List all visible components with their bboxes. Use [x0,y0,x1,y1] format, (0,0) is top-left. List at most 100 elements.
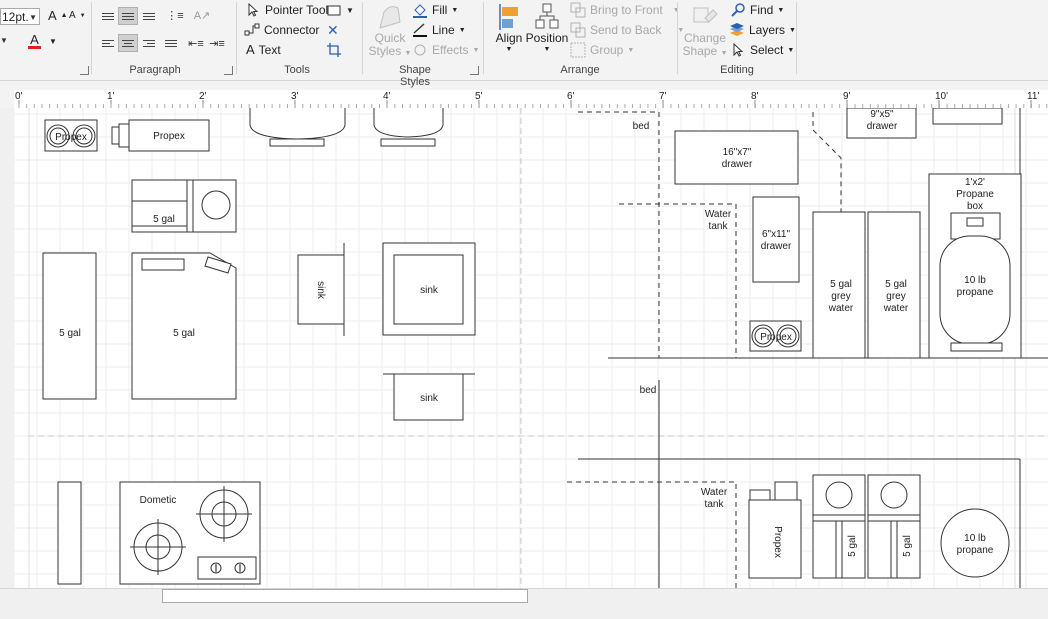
decrease-indent-icon[interactable]: ⇤≡ [187,35,205,51]
label-dometic: Dometic [140,495,177,506]
paragraph-dialog-launcher-icon[interactable] [224,66,233,75]
font-menu-chevron-icon[interactable]: ▼ [0,36,8,45]
find-button[interactable]: Find ▼ [730,2,784,18]
position-button[interactable]: Position ▼ [526,2,568,54]
change-shape-button[interactable]: Change Shape ▼ [683,2,728,60]
align-right-icon[interactable] [140,35,158,51]
font-color-glyph: A [30,32,39,47]
group-label-paragraph: Paragraph [129,64,181,76]
bring-to-front-label: Bring to Front [590,3,663,17]
change-shape-icon [693,7,718,23]
grow-font-button[interactable]: A ▲ [48,8,68,23]
label-propex: Propex [153,131,185,142]
shrink-font-label: A [69,10,76,21]
label-bed: bed [633,121,650,132]
chevron-down-icon: ▼ [720,50,728,57]
align-button[interactable]: Align ▼ [492,2,526,54]
shrink-font-button[interactable]: A ▼ [69,10,86,21]
chevron-down-icon: ▼ [451,6,459,14]
align-middle-icon[interactable] [118,7,138,25]
line-button[interactable]: Line ▼ [412,22,466,38]
label-sink: sink [420,285,439,296]
cabinet-shape[interactable] [932,108,1003,125]
connector-tool-label: Connector [264,23,320,37]
jug-5gal-shape[interactable] [131,252,237,400]
text-direction-icon[interactable]: A↗ [193,7,211,23]
label-water-tank: Water [705,209,732,220]
label-grey-water: grey [886,291,905,302]
vertical-ruler[interactable] [0,108,15,588]
layers-button[interactable]: Layers ▼ [729,22,796,38]
ribbon-separator [796,2,797,74]
pointer-icon [248,2,259,17]
ribbon-separator [236,2,237,74]
ruler-mark-3: 3' [291,91,299,102]
label-5-gal: 5 gal [59,328,81,339]
chevron-down-icon: ▼ [627,46,635,54]
ruler-ticks: 0' 1' 2' 3' 4' 5' 6' 7' 8' 9' 10' 11' [15,91,1048,108]
group-button[interactable]: Group ▼ [570,42,634,58]
propex-connector [749,489,771,501]
text-tool-button[interactable]: A Text [246,42,281,57]
group-icon [570,42,586,58]
label-grey-water: water [828,303,854,314]
pointer-tool-button[interactable]: Pointer Tool [245,2,328,18]
shape-styles-dialog-launcher-icon[interactable] [470,66,479,75]
propane-base [950,342,1003,352]
jug-cap-circle [880,481,908,509]
quick-styles-label-2-wrap: Styles ▼ [369,45,412,60]
rectangle-tool-button[interactable]: ▼ [326,2,354,18]
font-size-select[interactable]: 12pt. ▼ [0,8,40,25]
rectangle-icon [327,5,341,16]
bullets-icon[interactable]: ⋮≡ [166,7,184,23]
label-water-tank: tank [709,221,729,232]
ruler-mark-11: 11' [1027,91,1039,102]
narrow-box-shape[interactable] [57,481,82,585]
align-top-icon[interactable] [99,8,117,24]
search-icon [731,3,745,17]
ruler-mark-4: 4' [383,91,391,102]
basin-shape[interactable] [373,108,444,138]
label-5-gal: 5 gal [847,535,858,557]
horizontal-ruler[interactable]: 0' 1' 2' 3' 4' 5' 6' 7' 8' 9' 10' 11' [14,90,1048,109]
increase-indent-icon[interactable]: ⇥≡ [208,35,226,51]
layers-icon [730,23,744,36]
ruler-mark-8: 8' [751,91,759,102]
drawing-canvas[interactable]: Propex Propex 5 gal 5 gal 5 gal sink sin… [14,108,1048,588]
label-drawer: drawer [867,121,898,132]
bring-to-front-button[interactable]: Bring to Front▼ [570,2,680,18]
basin-base[interactable] [380,138,436,147]
label-propane: propane [957,545,994,556]
fill-label: Fill [432,3,448,17]
font-dialog-launcher-icon[interactable] [80,66,89,75]
label-drawer-size: 6"x11" [762,229,790,240]
fill-button[interactable]: Fill ▼ [412,2,458,18]
ruler-mark-10: 10' [935,91,948,102]
horizontal-scrollbar[interactable] [0,588,1048,619]
scrollbar-thumb[interactable] [162,589,528,603]
label-sink: sink [420,393,439,404]
justify-icon[interactable] [162,35,180,51]
font-color-button[interactable]: A ▼ [28,32,57,49]
label-5-gal: 5 gal [173,328,195,339]
effects-label: Effects [432,43,469,57]
select-button[interactable]: Select ▼ [730,42,794,58]
connector-tool-button[interactable]: Connector [244,22,319,38]
label-propex: Propex [55,132,87,143]
chevron-down-icon: ▼ [404,50,412,57]
bring-to-front-icon [570,2,586,18]
basin-base[interactable] [269,138,325,147]
quick-styles-button[interactable]: Quick Styles ▼ [368,2,412,60]
chevron-down-icon: ▼ [787,46,795,54]
crop-tool-button[interactable] [326,42,342,58]
basin-shape[interactable] [249,108,346,140]
align-bottom-icon[interactable] [140,8,158,24]
close-connection-point-icon[interactable]: ✕ [327,22,339,39]
align-left-icon[interactable] [99,35,117,51]
fill-bucket-icon [413,4,427,18]
jug-5gal-shape[interactable] [42,252,97,400]
align-center-icon[interactable] [118,34,138,52]
send-to-back-button[interactable]: Send to Back ▼ [570,22,684,38]
effects-button[interactable]: Effects ▼ [412,42,479,58]
group-label-shape-styles: Shape Styles [399,64,431,88]
